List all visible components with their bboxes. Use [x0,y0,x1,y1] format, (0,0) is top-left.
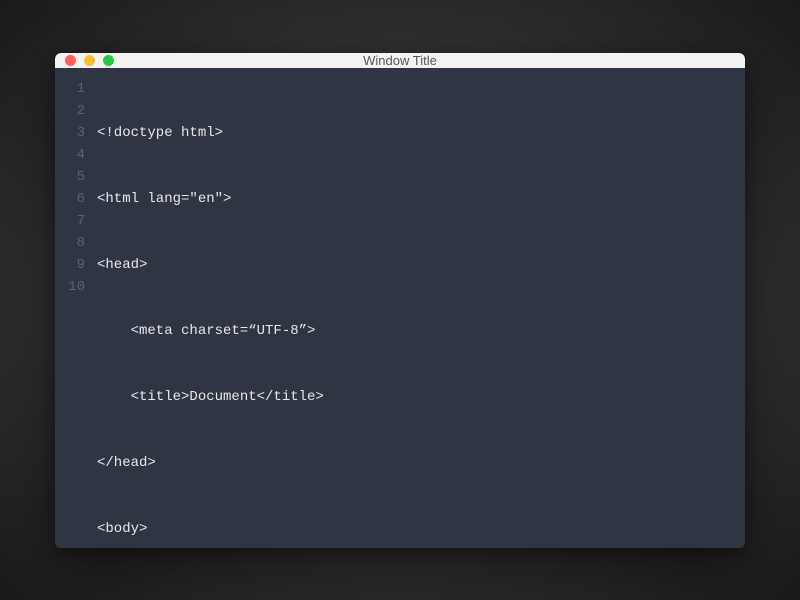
line-number: 10 [55,276,85,298]
line-number: 5 [55,166,85,188]
code-editor[interactable]: 1 2 3 4 5 6 7 8 9 10 <!doctype html> <ht… [55,68,745,548]
zoom-icon[interactable] [103,55,114,66]
code-line[interactable]: <head> [97,254,745,276]
close-icon[interactable] [65,55,76,66]
line-number: 9 [55,254,85,276]
editor-window: Window Title 1 2 3 4 5 6 7 8 9 10 <!doct… [55,53,745,548]
line-number: 6 [55,188,85,210]
code-line[interactable]: <meta charset=“UTF-8”> [97,320,745,342]
titlebar[interactable]: Window Title [55,53,745,68]
line-number: 2 [55,100,85,122]
traffic-lights [55,55,114,66]
line-number-gutter: 1 2 3 4 5 6 7 8 9 10 [55,78,97,548]
line-number: 4 [55,144,85,166]
code-line[interactable]: <title>Document</title> [97,386,745,408]
line-number: 3 [55,122,85,144]
code-line[interactable]: <html lang="en"> [97,188,745,210]
window-title: Window Title [55,53,745,68]
line-number: 8 [55,232,85,254]
code-line[interactable]: <!doctype html> [97,122,745,144]
code-line[interactable]: </head> [97,452,745,474]
code-content[interactable]: <!doctype html> <html lang="en"> <head> … [97,78,745,548]
code-line[interactable]: <body> [97,518,745,540]
minimize-icon[interactable] [84,55,95,66]
line-number: 1 [55,78,85,100]
line-number: 7 [55,210,85,232]
